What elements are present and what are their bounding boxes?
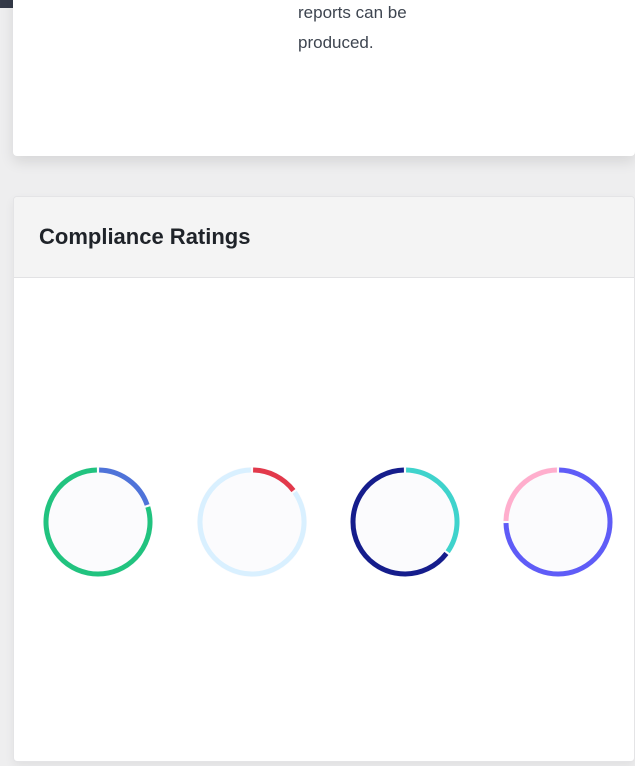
compliance-donut-1[interactable]: [40, 464, 156, 580]
intro-card-text: reports can be produced.: [298, 0, 498, 58]
compliance-donut-3-svg: [350, 467, 460, 577]
intro-text-line-2: produced.: [298, 33, 374, 52]
intro-text-line-1: reports can be: [298, 3, 407, 22]
compliance-donut-4-svg: [503, 467, 613, 577]
compliance-donut-1-svg: [43, 467, 153, 577]
compliance-donut-2[interactable]: [194, 464, 310, 580]
intro-card: reports can be produced.: [13, 0, 635, 156]
compliance-donut-3[interactable]: [347, 464, 463, 580]
compliance-ratings-header: Compliance Ratings: [14, 197, 634, 278]
compliance-ratings-title: Compliance Ratings: [39, 224, 251, 249]
compliance-ratings-card: Compliance Ratings: [13, 196, 635, 762]
compliance-donut-2-svg: [197, 467, 307, 577]
compliance-donut-row: [14, 278, 634, 761]
compliance-donut-4[interactable]: [500, 464, 616, 580]
